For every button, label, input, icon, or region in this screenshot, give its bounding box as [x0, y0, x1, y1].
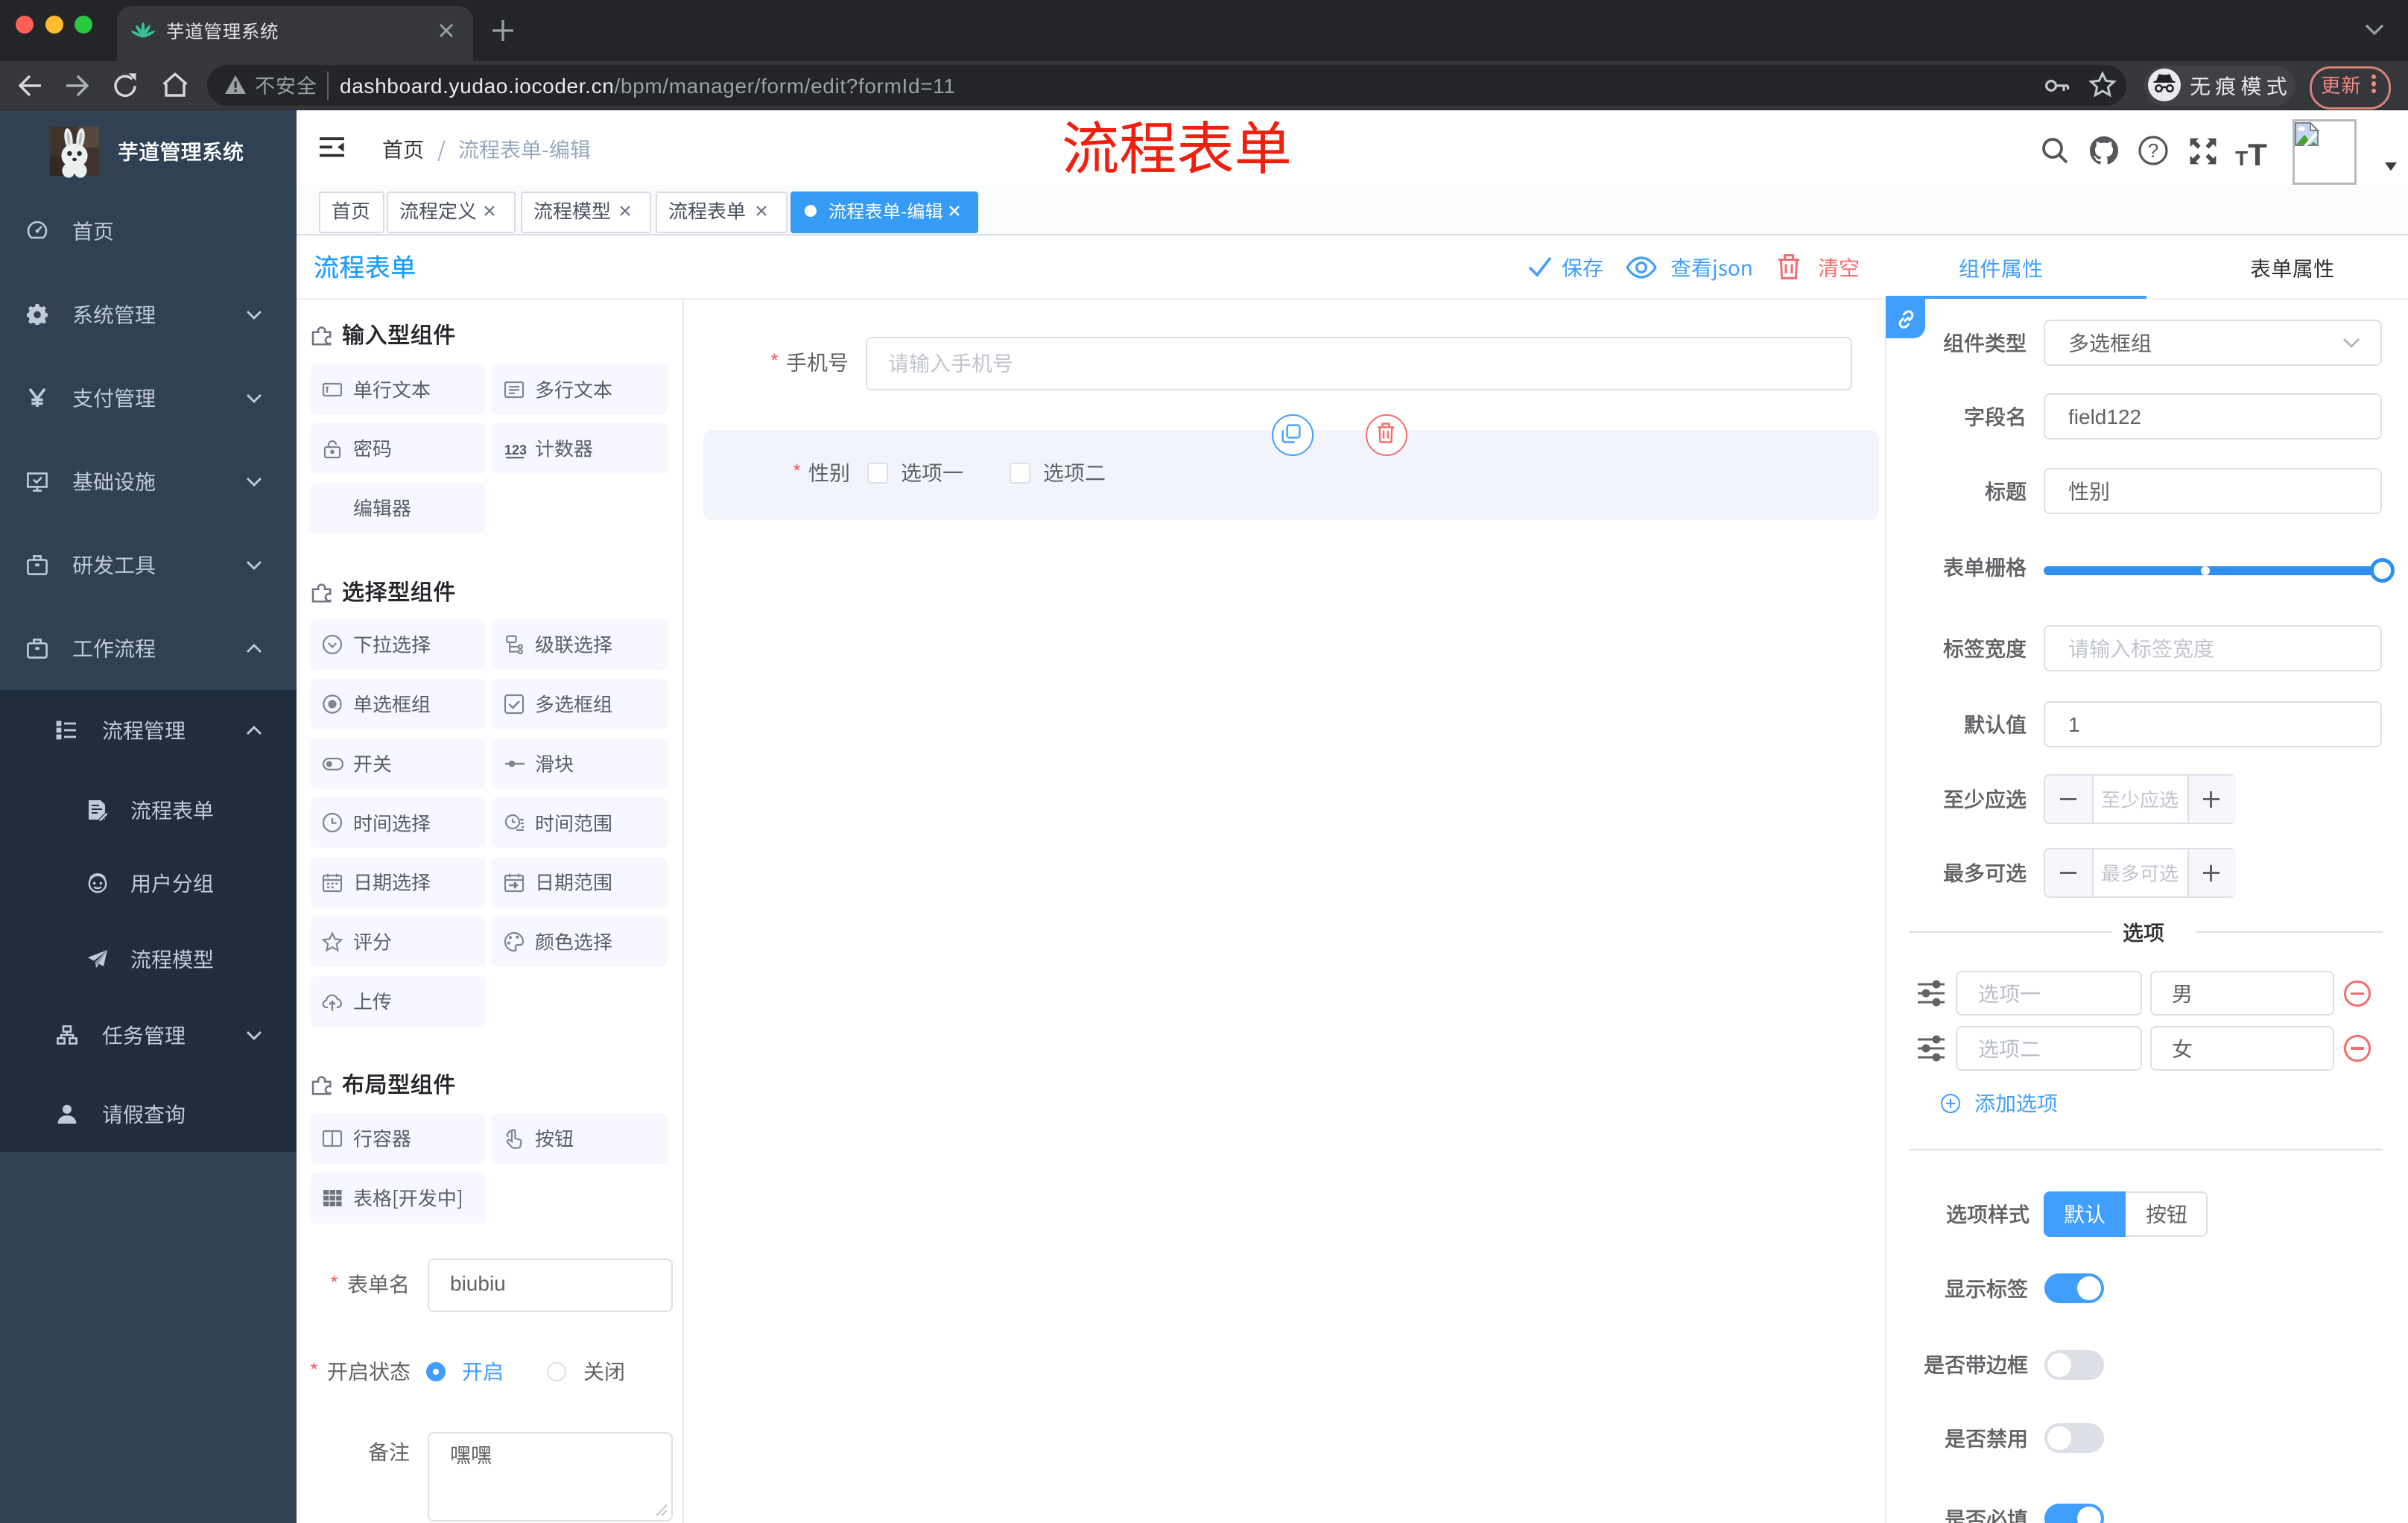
svg-text:?: ?: [2148, 139, 2158, 162]
svg-text:123: 123: [504, 443, 527, 457]
